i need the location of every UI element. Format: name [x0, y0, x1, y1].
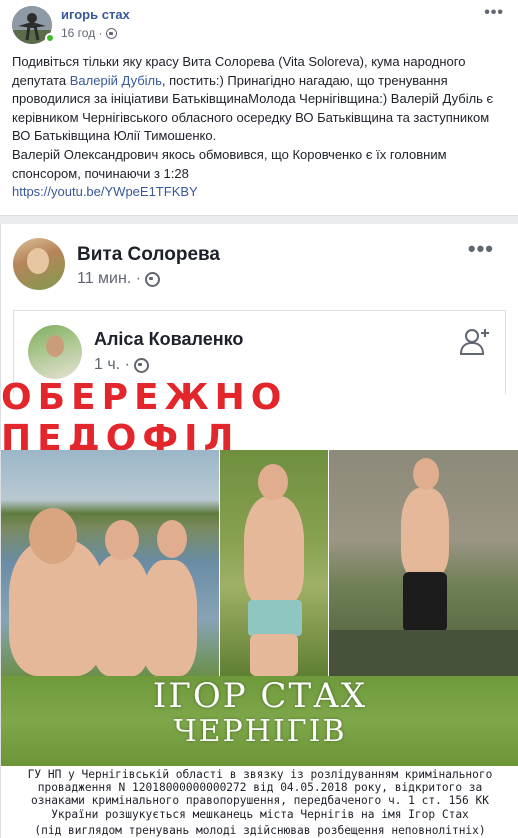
online-status-dot [45, 33, 55, 43]
inner-author-name[interactable]: Аліса Коваленко [94, 329, 243, 350]
poster-notice: ГУ НП у Чернігівській області в звязку і… [27, 768, 493, 821]
shared-author-avatar[interactable] [13, 238, 65, 290]
post-text: Подивіться тільки яку красу Вита Солорев… [12, 53, 507, 202]
globe-icon[interactable] [133, 357, 149, 373]
inner-post-timestamp[interactable]: 1 ч. · [94, 356, 130, 374]
facebook-post: игорь стах 16 год · ••• Подивіться тільк… [0, 0, 518, 216]
shared-post-meta: 11 мин. · [77, 270, 161, 288]
shared-author-name[interactable]: Вита Солорева [77, 244, 220, 266]
mention-link[interactable]: Валерій Дубіль [70, 73, 162, 88]
poster-caption-city: ЧЕРНІГІВ [173, 714, 347, 749]
add-friend-icon[interactable] [459, 325, 491, 357]
more-options-icon[interactable]: ••• [484, 4, 504, 22]
post-meta: 16 год · [61, 26, 117, 40]
post-text-part3: Валерій Олександрович якось обмовився, щ… [12, 146, 447, 181]
post-author-name[interactable]: игорь стах [61, 7, 130, 22]
youtube-link[interactable]: https://youtu.be/YWpeE1TFKBY [12, 183, 507, 202]
poster-caption-name: ІГОР СТАХ [152, 676, 368, 716]
photo-field-man [220, 450, 328, 676]
photo-river-group [1, 450, 219, 676]
post-timestamp[interactable]: 16 год · [61, 26, 103, 40]
poster-banner: ОБЕРЕЖНО ПЕДОФІЛ [1, 377, 288, 459]
more-options-icon[interactable]: ••• [468, 236, 494, 262]
shared-post-timestamp[interactable]: 11 мин. · [77, 270, 141, 288]
poster-photos [1, 450, 518, 676]
poster-image[interactable]: ОБЕРЕЖНО ПЕДОФІЛ ІГОР СТАХ ЧЕРНІГІВ ГУ Н… [1, 377, 518, 838]
globe-icon[interactable] [105, 27, 117, 39]
shared-screenshot: Вита Солорева 11 мин. · ••• Аліса Ковале… [0, 224, 518, 838]
inner-post-meta: 1 ч. · [94, 356, 149, 374]
poster-notice-note: (під виглядом тренувань молоді здійснюва… [34, 824, 486, 837]
photo-rock-man [329, 450, 518, 676]
inner-author-avatar[interactable] [28, 325, 82, 379]
globe-icon[interactable] [145, 271, 161, 287]
